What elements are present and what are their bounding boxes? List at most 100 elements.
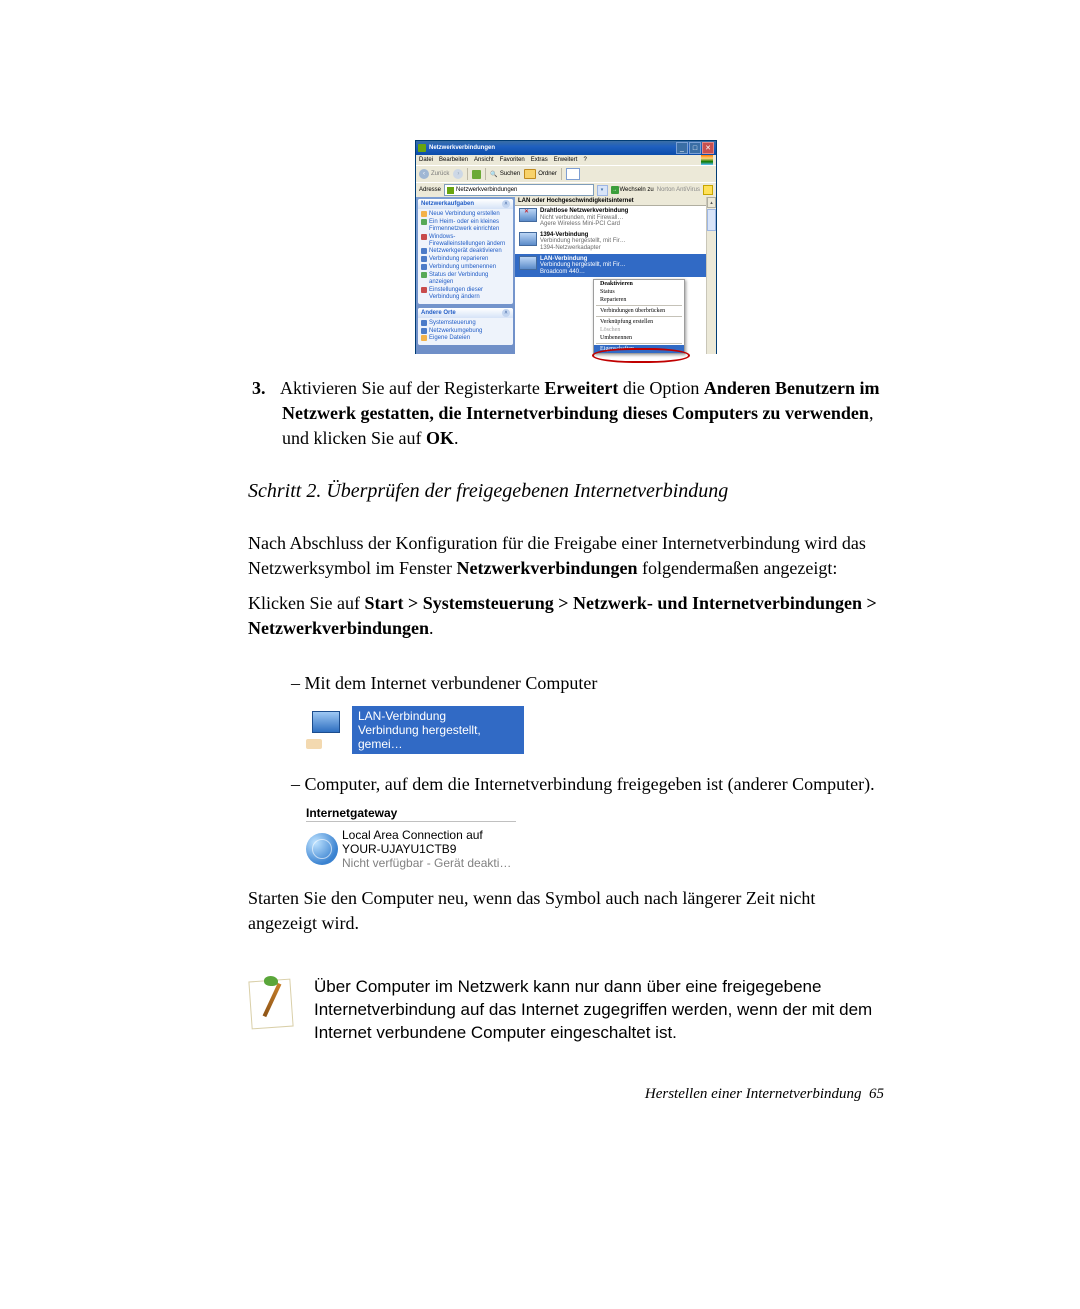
views-icon [566, 168, 580, 180]
task-item: Verbindung reparieren [429, 256, 488, 263]
globe-icon [306, 833, 338, 865]
place-item: Netzwerkumgebung [429, 328, 482, 335]
close-icon: ✕ [702, 142, 714, 154]
menu-item: Datei [419, 157, 433, 163]
folder-icon [524, 169, 536, 179]
scroll-up-icon: ▴ [707, 197, 716, 208]
tasks-panel: Netzwerkaufgaben ˄ Neue Verbindung erstel… [418, 199, 513, 304]
menu-item: Erweitert [554, 157, 578, 163]
connection-item-selected: LAN-VerbindungVerbindung hergestellt, mi… [515, 254, 716, 278]
chevron-down-icon: ▾ [597, 185, 608, 196]
ctx-item: Verknüpfung erstellen [594, 318, 684, 326]
section-heading: Schritt 2. Überprüfen der freigegebenen … [248, 480, 884, 503]
task-icon [421, 219, 427, 225]
menu-item: ? [583, 157, 586, 163]
go-icon: → [611, 186, 619, 194]
address-label: Adresse [419, 187, 441, 193]
task-item: Netzwerkgerät deaktivieren [429, 248, 502, 255]
highlight-ellipse [592, 348, 690, 363]
address-box: Netzwerkverbindungen [444, 184, 593, 196]
scroll-thumb [707, 209, 716, 231]
forward-icon: › [453, 169, 463, 179]
task-icon [421, 211, 427, 217]
task-item: Ein Heim- oder ein kleines Firmennetzwer… [429, 219, 510, 233]
ctx-item-disabled: Löschen [594, 326, 684, 334]
connection-item: 1394-VerbindungVerbindung hergestellt, m… [515, 230, 716, 254]
task-icon [421, 264, 427, 270]
computer-icon [519, 232, 537, 246]
scrollbar: ▴ [706, 197, 716, 354]
paragraph: Nach Abschluss der Konfiguration für die… [248, 531, 884, 581]
menubar: Datei Bearbeiten Ansicht Favoriten Extra… [416, 155, 716, 165]
panel-title: Andere Orte [421, 310, 456, 316]
xp-titlebar: Netzwerkverbindungen _ □ ✕ [416, 141, 716, 155]
network-icon [418, 144, 426, 152]
ctx-item: Reparieren [594, 296, 684, 304]
task-item: Verbindung umbenennen [429, 264, 496, 271]
computer-share-icon [306, 711, 348, 749]
minimize-icon: _ [676, 142, 688, 154]
icon-label: LAN-Verbindung [358, 709, 518, 723]
address-value: Netzwerkverbindungen [456, 187, 517, 193]
place-item: Systemsteuerung [429, 320, 476, 327]
task-item: Neue Verbindung erstellen [429, 211, 500, 218]
ctx-item: Verbindungen überbrücken [594, 307, 684, 315]
menu-item: Extras [531, 157, 548, 163]
lan-connection-icon-block: LAN-Verbindung Verbindung hergestellt, g… [306, 706, 884, 754]
ctx-item: Umbenennen [594, 334, 684, 342]
page-footer: Herstellen einer Internetverbindung 65 [645, 1086, 884, 1103]
menu-item: Favoriten [500, 157, 525, 163]
task-icon [421, 248, 427, 254]
task-icon [421, 234, 427, 240]
paragraph: Starten Sie den Computer neu, wenn das S… [248, 886, 884, 936]
icon-label: YOUR-UJAYU1CTB9 [342, 842, 511, 856]
task-icon [421, 272, 427, 278]
go-button: →Wechseln zu [611, 186, 654, 194]
chevron-up-icon: ˄ [502, 200, 510, 208]
group-header: LAN oder Hochgeschwindigkeitsinternet [515, 197, 716, 206]
task-icon [421, 287, 427, 293]
up-icon [472, 170, 481, 179]
icon-label: Nicht verfügbar - Gerät deakti… [342, 856, 511, 870]
step3-text: 3.Aktivieren Sie auf der Registerkarte E… [282, 376, 884, 450]
task-item: Einstellungen dieser Verbindung ändern [429, 287, 510, 301]
xp-sidebar: Netzwerkaufgaben ˄ Neue Verbindung erstel… [416, 197, 515, 354]
ctx-item: Status [594, 288, 684, 296]
note-icon [248, 976, 294, 1028]
bullet-item: – Computer, auf dem die Internetverbindu… [306, 772, 884, 797]
connection-item: Drahtlose NetzwerkverbindungNicht verbun… [515, 206, 716, 230]
folders-button: Ordner [524, 169, 557, 179]
context-menu: Deaktivieren Status Reparieren Verbindun… [593, 279, 685, 354]
icon-label: Local Area Connection auf [342, 828, 511, 842]
search-button: 🔍Suchen [490, 171, 520, 178]
computer-icon [519, 256, 537, 270]
place-icon [421, 335, 427, 341]
window-buttons: _ □ ✕ [676, 142, 714, 154]
toolbar: ‹Zurück › 🔍Suchen Ordner [416, 165, 716, 182]
maximize-icon: □ [689, 142, 701, 154]
bullet-item: – Mit dem Internet verbundener Computer [306, 671, 884, 696]
computer-icon [519, 208, 537, 222]
search-icon: 🔍 [490, 171, 497, 178]
task-item: Status der Verbindung anzeigen [429, 272, 510, 286]
chevron-up-icon: ˄ [502, 309, 510, 317]
xp-window-screenshot: Netzwerkverbindungen _ □ ✕ Datei Bearbei… [415, 140, 717, 354]
task-item: Windows-Firewalleinstellungen ändern [429, 234, 510, 248]
xp-content: LAN oder Hochgeschwindigkeitsinternet Dr… [515, 197, 716, 354]
panel-title: Netzwerkaufgaben [421, 201, 474, 207]
ctx-item: Deaktivieren [594, 280, 684, 288]
note-text: Über Computer im Netzwerk kann nur dann … [314, 976, 884, 1045]
place-icon [421, 320, 427, 326]
menu-item: Ansicht [474, 157, 494, 163]
note-block: Über Computer im Netzwerk kann nur dann … [248, 976, 884, 1045]
paragraph: Klicken Sie auf Start > Systemsteuerung … [248, 591, 884, 641]
other-places-panel: Andere Orte ˄ Systemsteuerung Netzwerkumg… [418, 308, 513, 346]
gateway-header: Internetgateway [306, 806, 516, 822]
place-icon [421, 328, 427, 334]
icon-label: Verbindung hergestellt, gemei… [358, 723, 518, 751]
page-number: 65 [869, 1086, 884, 1102]
network-icon [447, 187, 454, 194]
norton-icon [703, 185, 713, 195]
place-item: Eigene Dateien [429, 335, 470, 342]
windows-logo-icon [701, 155, 713, 165]
